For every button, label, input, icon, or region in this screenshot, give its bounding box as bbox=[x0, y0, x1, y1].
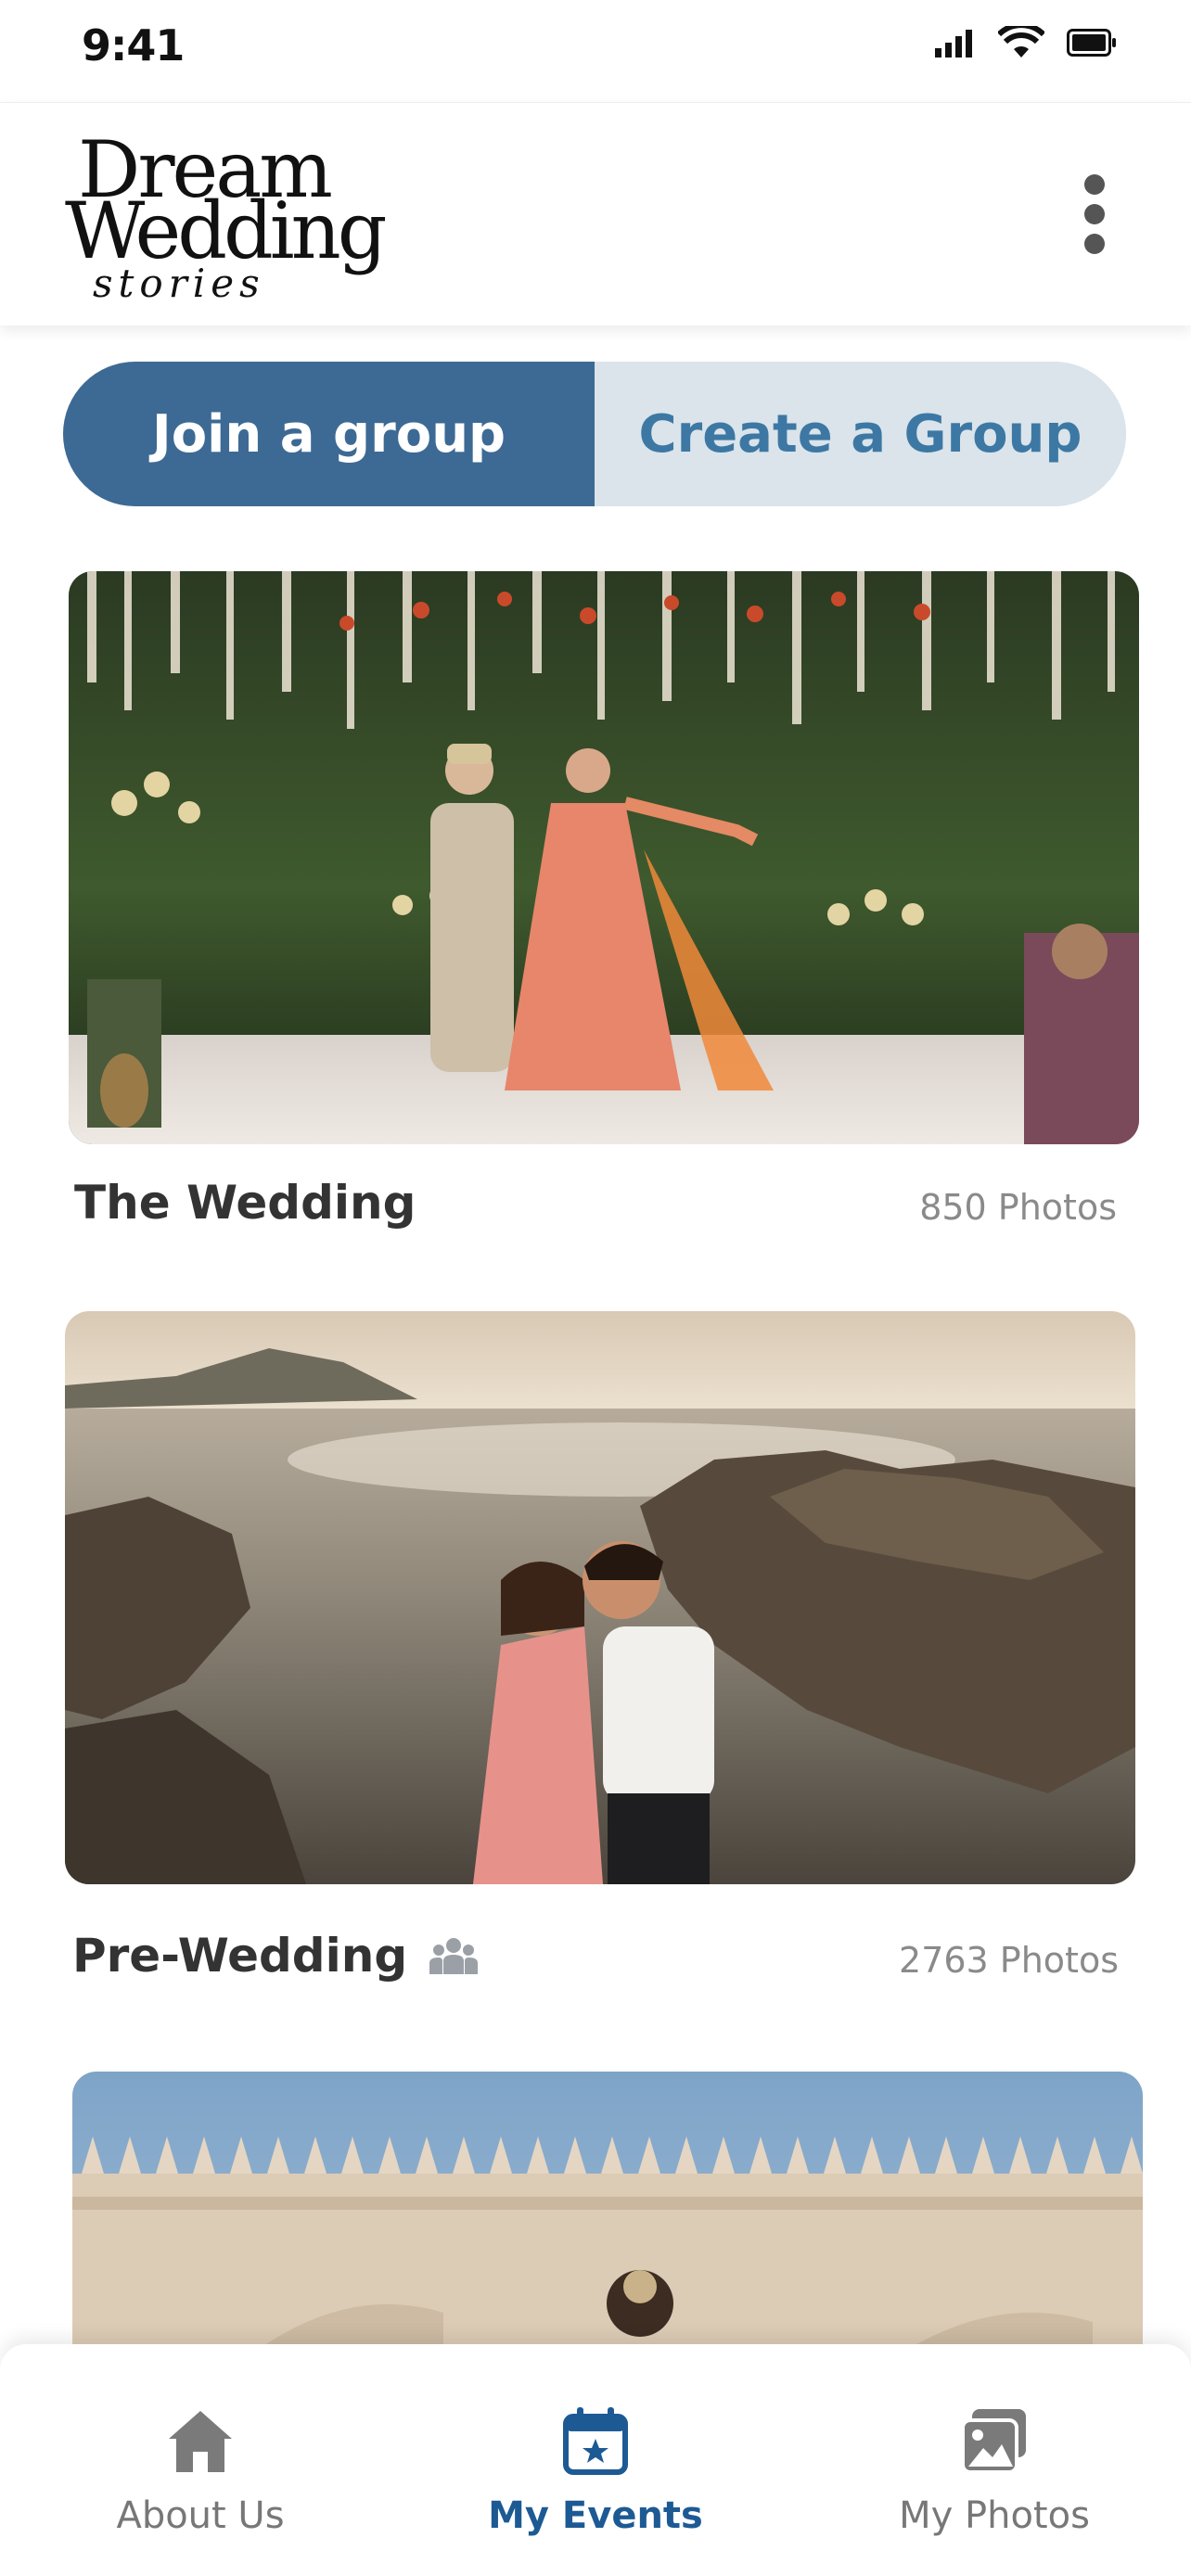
pre-wedding-photo bbox=[65, 1311, 1135, 1884]
pre-wedding-photo-count: 2763 Photos bbox=[899, 1940, 1119, 1981]
tab-about-us[interactable]: About Us bbox=[61, 2344, 339, 2576]
pre-wedding-event-image[interactable] bbox=[65, 1311, 1135, 1884]
tab-label: My Photos bbox=[899, 2494, 1090, 2537]
wedding-photo bbox=[69, 571, 1139, 1144]
join-group-button[interactable]: Join a group bbox=[63, 362, 595, 506]
more-menu-button[interactable] bbox=[1050, 168, 1139, 261]
brand-logo[interactable]: Dream Wedding stories bbox=[65, 131, 387, 306]
event-title-text: The Wedding bbox=[74, 1176, 416, 1230]
wedding-event-image[interactable] bbox=[69, 571, 1139, 1144]
signal-icon bbox=[935, 30, 972, 57]
wedding-event-title[interactable]: The Wedding bbox=[74, 1176, 416, 1230]
tab-label: My Events bbox=[488, 2494, 703, 2537]
group-segmented-control: Join a group Create a Group bbox=[63, 362, 1126, 506]
event-title-text: Pre-Wedding bbox=[72, 1929, 408, 1983]
logo-line-stories: stories bbox=[93, 261, 265, 306]
photos-icon bbox=[961, 2409, 1026, 2474]
more-dot bbox=[1084, 204, 1105, 224]
tab-my-events[interactable]: My Events bbox=[456, 2344, 735, 2576]
wedding-photo-count: 850 Photos bbox=[919, 1187, 1117, 1228]
create-group-button[interactable]: Create a Group bbox=[595, 362, 1126, 506]
bottom-tab-bar: About Us My Events My Photos bbox=[0, 2344, 1191, 2576]
tab-my-photos[interactable]: My Photos bbox=[855, 2344, 1133, 2576]
more-dot bbox=[1084, 234, 1105, 254]
status-time: 9:41 bbox=[82, 20, 185, 70]
more-dots-icon bbox=[1084, 174, 1105, 195]
tab-label: About Us bbox=[116, 2494, 285, 2537]
wifi-icon bbox=[998, 26, 1044, 57]
pre-wedding-event-title[interactable]: Pre-Wedding bbox=[72, 1929, 479, 1983]
calendar-star-icon bbox=[563, 2407, 628, 2475]
status-icons bbox=[935, 26, 1117, 59]
status-bar: 9:41 bbox=[0, 0, 1191, 100]
battery-icon bbox=[1067, 29, 1116, 57]
app-header: Dream Wedding stories bbox=[0, 102, 1191, 325]
logo-line-wedding: Wedding bbox=[65, 185, 387, 276]
home-icon bbox=[169, 2411, 232, 2472]
group-icon bbox=[429, 1938, 479, 1974]
